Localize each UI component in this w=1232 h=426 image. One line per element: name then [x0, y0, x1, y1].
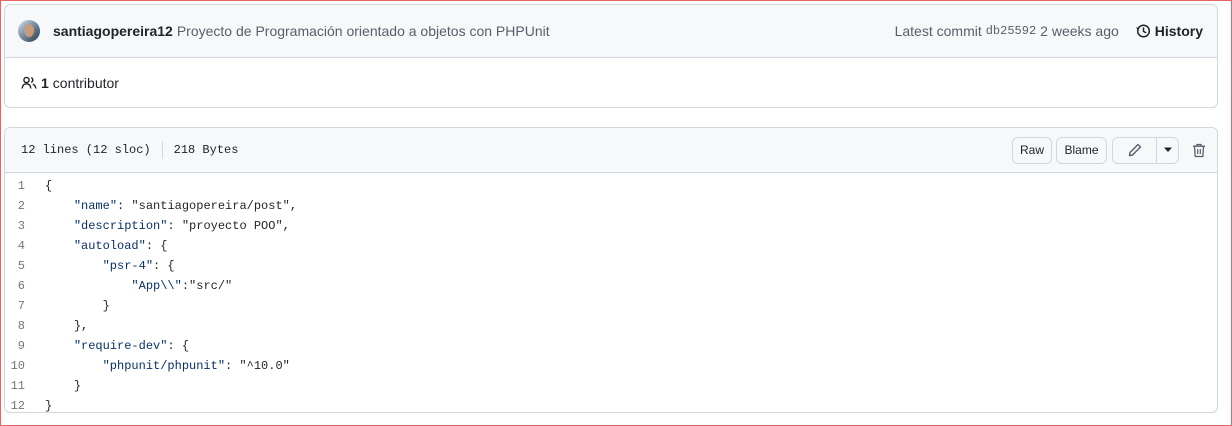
- file-lines-info: 12 lines (12 sloc): [21, 143, 151, 157]
- pencil-icon: [1128, 143, 1141, 157]
- commit-author-link[interactable]: santiagopereira12: [53, 23, 173, 39]
- line-number[interactable]: 3: [5, 219, 45, 233]
- line-content: {: [45, 179, 52, 193]
- blame-button[interactable]: Blame: [1056, 136, 1107, 164]
- code-line: 9 "require-dev": {: [5, 336, 1217, 356]
- code-line: 7 }: [5, 296, 1217, 316]
- code-line: 12}: [5, 396, 1217, 413]
- json-key: "require-dev": [73, 339, 168, 353]
- code-line: 1{: [5, 176, 1217, 196]
- json-key: "psr-4": [102, 259, 154, 273]
- line-number[interactable]: 10: [5, 359, 45, 373]
- json-rest: }: [102, 299, 110, 313]
- json-key: "App\\": [131, 279, 182, 293]
- json-rest: : {: [145, 239, 168, 253]
- line-number[interactable]: 7: [5, 299, 45, 313]
- line-content: "description": "proyecto POO",: [45, 219, 290, 233]
- line-number[interactable]: 5: [5, 259, 45, 273]
- file-header: 12 lines (12 sloc) 218 Bytes Raw Blame: [5, 128, 1217, 173]
- line-content: "autoload": {: [45, 239, 168, 253]
- contributors-row: 1 contributor: [5, 58, 1217, 108]
- commit-message[interactable]: Proyecto de Programación orientado a obj…: [177, 23, 550, 39]
- line-content: }: [45, 399, 53, 413]
- json-key: "description": [73, 219, 168, 233]
- line-content: "require-dev": {: [45, 339, 189, 353]
- json-rest: : "santiagopereira/post",: [117, 199, 298, 213]
- json-rest: }: [73, 379, 82, 393]
- code-line: 4 "autoload": {: [5, 236, 1217, 256]
- json-rest: : {: [153, 259, 175, 273]
- code-line: 6 "App\\":"src/": [5, 276, 1217, 296]
- latest-commit-label: Latest commit: [894, 23, 982, 39]
- history-link[interactable]: History: [1135, 23, 1203, 39]
- code-line: 5 "psr-4": {: [5, 256, 1217, 276]
- line-number[interactable]: 6: [5, 279, 45, 293]
- line-number[interactable]: 2: [5, 199, 45, 213]
- code-line: 3 "description": "proyecto POO",: [5, 216, 1217, 236]
- code-view: 1{2 "name": "santiagopereira/post", 3 "de…: [5, 173, 1217, 413]
- json-rest: :"src/": [181, 279, 233, 293]
- line-number[interactable]: 1: [5, 179, 45, 193]
- line-content: "name": "santiagopereira/post",: [45, 199, 297, 213]
- json-rest: },: [73, 319, 89, 333]
- line-number[interactable]: 4: [5, 239, 45, 253]
- line-number[interactable]: 8: [5, 319, 45, 333]
- contributors-label[interactable]: contributor: [53, 75, 119, 91]
- commit-sha-link[interactable]: db25592: [986, 24, 1036, 38]
- line-content: "psr-4": {: [45, 259, 175, 273]
- code-line: 11 }: [5, 376, 1217, 396]
- json-rest: {: [45, 179, 53, 193]
- line-content: "phpunit/phpunit": "^10.0": [45, 359, 290, 373]
- code-line: 2 "name": "santiagopereira/post",: [5, 196, 1217, 216]
- delete-button[interactable]: [1189, 140, 1209, 160]
- line-content: }: [45, 379, 81, 393]
- json-rest: : {: [167, 339, 190, 353]
- json-rest: }: [45, 399, 53, 413]
- code-line: 10 "phpunit/phpunit": "^10.0": [5, 356, 1217, 376]
- line-content: },: [45, 319, 88, 333]
- json-key: "autoload": [73, 239, 146, 253]
- commit-age: 2 weeks ago: [1040, 23, 1119, 39]
- file-size: 218 Bytes: [173, 143, 239, 157]
- trash-icon: [1193, 143, 1205, 157]
- line-content: "App\\":"src/": [45, 279, 232, 293]
- contributors-count[interactable]: 1: [41, 75, 49, 91]
- line-number[interactable]: 12: [5, 399, 45, 412]
- line-number[interactable]: 11: [5, 379, 45, 393]
- commit-header: santiagopereira12 Proyecto de Programaci…: [5, 5, 1217, 58]
- edit-dropdown-button[interactable]: [1157, 136, 1179, 164]
- history-label: History: [1154, 23, 1203, 39]
- line-content: }: [45, 299, 110, 313]
- json-rest: : "proyecto POO",: [167, 219, 290, 233]
- edit-button-group: [1112, 136, 1179, 164]
- json-key: "name": [73, 199, 118, 213]
- people-icon: [21, 76, 37, 89]
- json-key: "phpunit/phpunit": [102, 359, 226, 373]
- raw-button[interactable]: Raw: [1012, 136, 1052, 164]
- file-viewer: 12 lines (12 sloc) 218 Bytes Raw Blame 1…: [4, 127, 1218, 413]
- history-icon: [1135, 24, 1150, 38]
- edit-button[interactable]: [1112, 136, 1157, 164]
- line-number[interactable]: 9: [5, 339, 45, 353]
- avatar[interactable]: [18, 20, 40, 42]
- code-line: 8 },: [5, 316, 1217, 336]
- triangle-down-icon: [1163, 147, 1172, 152]
- divider: [161, 141, 163, 159]
- latest-commit-box: santiagopereira12 Proyecto de Programaci…: [4, 4, 1218, 108]
- json-rest: : "^10.0": [225, 359, 290, 373]
